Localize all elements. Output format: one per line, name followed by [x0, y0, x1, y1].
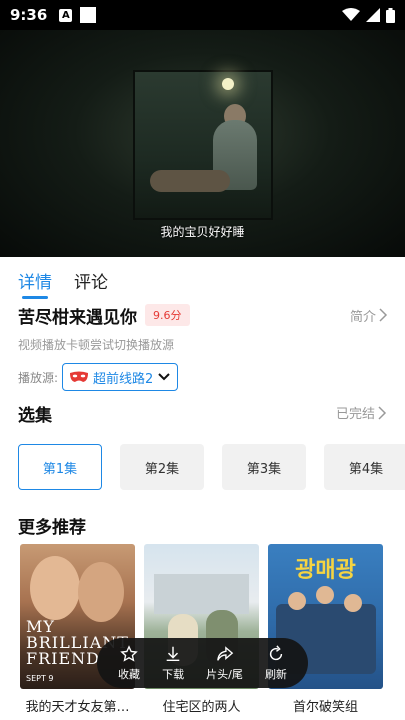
video-subtitle: 我的宝贝好好睡 — [160, 225, 245, 239]
favorite-label: 收藏 — [118, 667, 141, 681]
poster-face — [288, 592, 306, 610]
refresh-icon — [269, 644, 283, 660]
recommendations-section-title: 更多推荐 — [18, 518, 86, 538]
source-row: 播放源: 超前线路2 — [18, 363, 179, 391]
recommendation-title: 住宅区的两人 — [162, 700, 241, 715]
refresh-button[interactable]: 刷新 — [264, 644, 287, 682]
title-row: 苦尽柑来遇见你 9.6分 简介 — [18, 302, 388, 328]
episode-button[interactable]: 第3集 — [222, 444, 306, 490]
episodes-section-title: 选集 — [18, 406, 52, 426]
episode-button[interactable]: 第1集 — [18, 444, 102, 490]
poster-face — [78, 562, 124, 622]
chevron-down-icon — [158, 373, 171, 381]
rating-badge: 9.6分 — [145, 304, 190, 326]
episodes-status-link[interactable]: 已完结 — [336, 403, 387, 422]
intro-label: 简介 — [349, 309, 376, 325]
poster-date: SEPT 9 — [26, 674, 54, 683]
recommendation-card[interactable]: MY BRILLIANT FRIEND SEPT 9 我的天才女友第… — [20, 544, 135, 720]
download-button[interactable]: 下载 — [162, 645, 184, 682]
recommendation-title: 首尔破笑组 — [292, 700, 358, 715]
poster-building — [154, 574, 249, 614]
source-select[interactable]: 超前线路2 — [62, 363, 179, 391]
source-label: 播放源: — [18, 370, 59, 385]
recommendation-card[interactable]: 住宅区的两人 — [144, 544, 259, 720]
episode-button[interactable]: 第2集 — [120, 444, 204, 490]
tab-details[interactable]: 详情 — [18, 268, 52, 299]
show-title: 苦尽柑来遇见你 — [18, 307, 137, 328]
video-player[interactable]: 我的宝贝好好睡 — [0, 30, 405, 257]
episode-button[interactable]: 第4集 — [324, 444, 405, 490]
recommendation-card[interactable]: 광매광 首尔破笑组 — [268, 544, 383, 720]
mask-icon — [70, 371, 89, 382]
download-label: 下载 — [162, 667, 185, 681]
episodes-status: 已完结 — [335, 407, 375, 422]
playback-tip: 视频播放卡顿尝试切换播放源 — [18, 338, 175, 352]
battery-icon — [386, 7, 395, 23]
download-icon — [166, 646, 180, 661]
chevron-right-icon — [378, 405, 387, 420]
wifi-icon — [342, 8, 360, 21]
video-frame-light — [222, 78, 234, 90]
video-frame-child — [150, 170, 230, 192]
poster-face — [316, 586, 334, 604]
source-selected: 超前线路2 — [93, 371, 154, 387]
favorite-button[interactable]: 收藏 — [118, 644, 141, 682]
status-time: 9:36 — [10, 6, 48, 24]
episode-list: 第1集 第2集 第3集 第4集 — [18, 444, 405, 490]
recommendation-title: 我的天才女友第… — [25, 700, 130, 715]
signal-icon — [366, 8, 380, 22]
notification-icon: A — [59, 8, 73, 22]
skip-label: 片头/尾 — [206, 667, 243, 681]
refresh-label: 刷新 — [264, 667, 287, 681]
status-bar: 9:36 A — [0, 0, 405, 30]
poster-face — [344, 594, 362, 612]
recommendation-list: MY BRILLIANT FRIEND SEPT 9 我的天才女友第… 住宅区的… — [20, 544, 405, 720]
share-arrow-icon — [216, 645, 233, 661]
floating-toolbar: 收藏 下载 片头/尾 刷新 — [97, 638, 308, 688]
detail-tabs: 详情 评论 — [0, 262, 405, 299]
poster-text: 광매광 — [295, 558, 356, 583]
notification-square-icon — [80, 7, 97, 23]
intro-link[interactable]: 简介 — [350, 306, 388, 325]
poster-face — [30, 556, 80, 620]
star-icon — [120, 644, 138, 662]
chevron-right-icon — [379, 308, 388, 322]
skip-intro-outro-button[interactable]: 片头/尾 — [206, 645, 243, 682]
tab-comments[interactable]: 评论 — [74, 268, 108, 293]
